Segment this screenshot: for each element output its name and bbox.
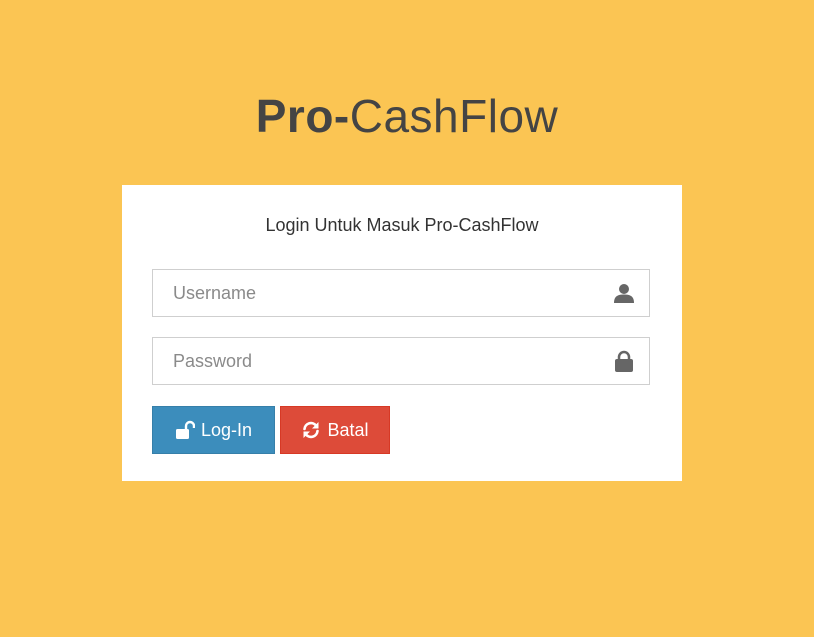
cancel-button[interactable]: Batal — [280, 406, 390, 454]
login-button[interactable]: Log-In — [152, 406, 275, 454]
username-field[interactable] — [152, 269, 650, 317]
logo-light-text: CashFlow — [349, 90, 559, 142]
password-field[interactable] — [152, 337, 650, 385]
user-icon — [614, 284, 634, 303]
unlock-icon — [175, 420, 195, 439]
password-input[interactable] — [153, 338, 613, 384]
app-logo: Pro-CashFlow — [0, 88, 814, 144]
username-input[interactable] — [153, 270, 613, 316]
lock-icon — [615, 350, 633, 372]
login-title: Login Untuk Masuk Pro-CashFlow — [265, 215, 539, 235]
login-button-label: Log-In — [200, 419, 253, 440]
refresh-icon — [303, 421, 320, 439]
logo-bold-text: Pro- — [255, 90, 350, 142]
cancel-button-label: Batal — [327, 419, 369, 440]
login-card: Login Untuk Masuk Pro-CashFlow Log-In Ba… — [122, 185, 682, 481]
